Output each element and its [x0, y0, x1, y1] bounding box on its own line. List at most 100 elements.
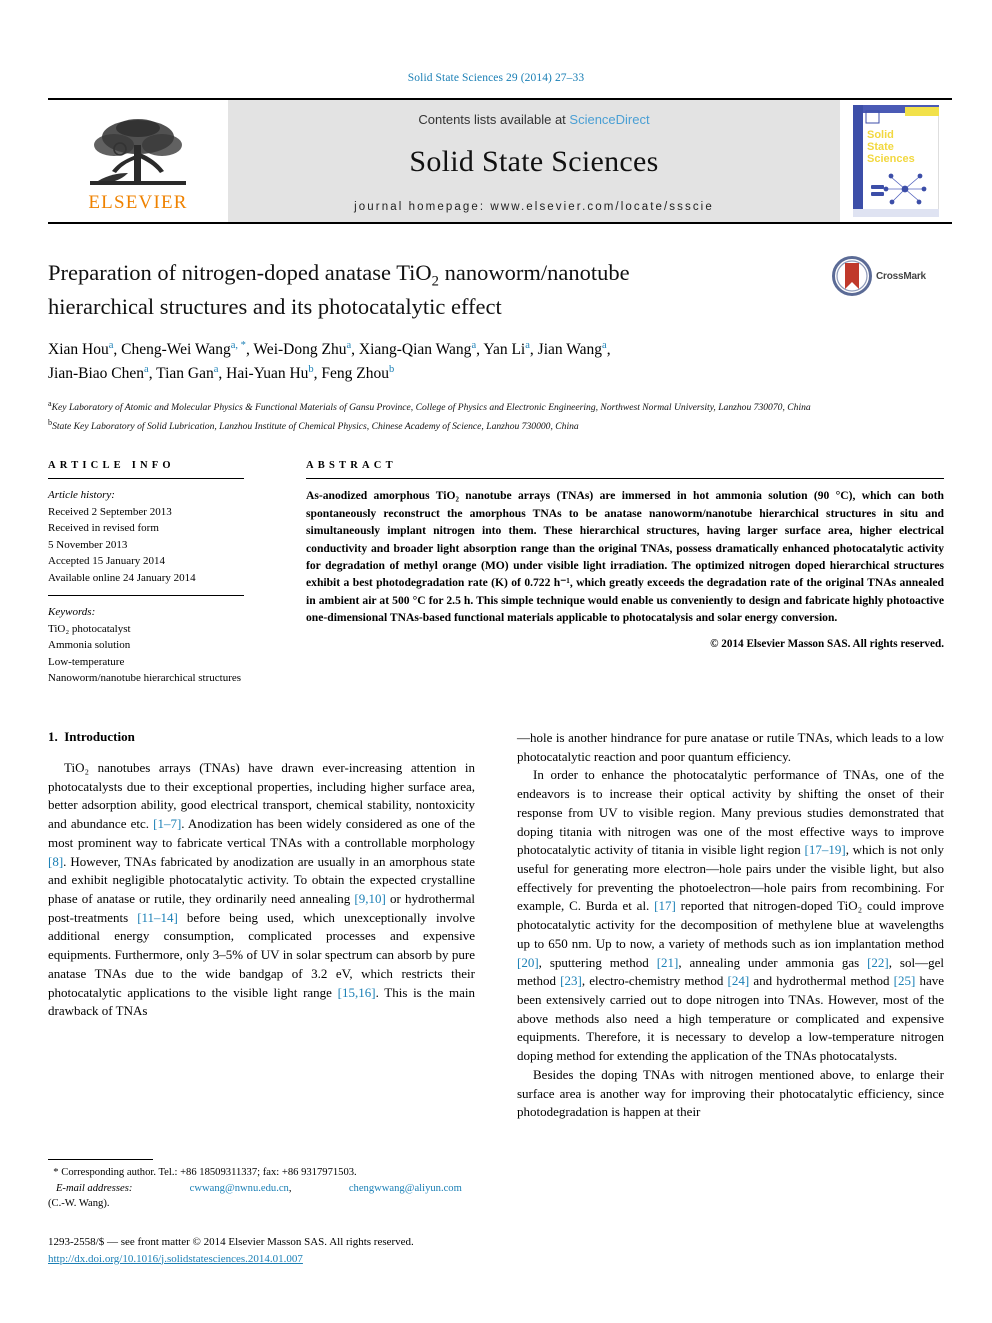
author-item: Jian-Biao Chena,	[48, 364, 156, 382]
contents-prefix: Contents lists available at	[418, 111, 570, 127]
author-item: Xian Houa,	[48, 340, 122, 359]
section-heading-introduction: 1. Introduction	[48, 729, 475, 745]
affiliation-text: Key Laboratory of Atomic and Molecular P…	[51, 402, 811, 414]
masthead-center: Contents lists available at ScienceDirec…	[228, 100, 840, 222]
section-number: 1.	[48, 728, 58, 744]
journal-cover-thumbnail: Solid State Sciences	[853, 105, 939, 217]
history-item: 5 November 2013	[48, 538, 128, 551]
section-title-text: Introduction	[64, 728, 135, 744]
title-part-2: nanoworm/nanotube	[438, 260, 630, 285]
body-columns: 1. Introduction TiO₂ nanotubes arrays (T…	[48, 729, 944, 1122]
doi-link[interactable]: http://dx.doi.org/10.1016/j.solidstatesc…	[48, 1251, 468, 1268]
svg-text:Sciences: Sciences	[867, 153, 915, 165]
title-part-1: Preparation of nitrogen-doped anatase Ti…	[48, 260, 432, 285]
article-info-heading: ARTICLE INFO	[48, 460, 175, 472]
paper-page: Solid State Sciences 29 (2014) 27–33 ELS…	[0, 0, 992, 1323]
author-item: Feng Zhoub	[321, 363, 395, 382]
running-head: Solid State Sciences 29 (2014) 27–33	[407, 72, 585, 84]
email-separator: ,	[288, 1182, 292, 1194]
history-item: Received 2 September 2013	[48, 505, 172, 518]
title-area: Preparation of nitrogen-doped anatase Ti…	[48, 256, 944, 322]
footnote-divider	[48, 1158, 153, 1160]
abstract-heading: ABSTRACT	[306, 460, 397, 472]
keyword-item: Ammonia solution	[48, 639, 131, 652]
history-item: Available online 24 January 2014	[48, 571, 196, 584]
email-owner: (C.-W. Wang).	[48, 1198, 110, 1210]
article-history-list: Received 2 September 2013 Received in re…	[48, 504, 244, 587]
author-affil-marker: b	[389, 363, 395, 375]
elsevier-logo: ELSEVIER	[48, 100, 228, 222]
page-footer: * Corresponding author. Tel.: +86 185093…	[48, 1158, 468, 1267]
author-item: Hai-Yuan Hub,	[226, 364, 321, 382]
author-item: Jian Wanga,	[537, 340, 611, 359]
author-line-2: Jian-Biao Chena, Tian Gana, Hai-Yuan Hub…	[48, 363, 395, 382]
affiliation-item: aKey Laboratory of Atomic and Molecular …	[48, 397, 878, 416]
author-item: Xiang-Qian Wanga,	[358, 340, 483, 359]
affiliation-list: aKey Laboratory of Atomic and Molecular …	[48, 397, 878, 434]
svg-text:Solid: Solid	[867, 129, 894, 141]
divider	[48, 595, 244, 597]
affiliation-text: State Key Laboratory of Solid Lubricatio…	[52, 420, 579, 432]
abstract-copyright: © 2014 Elsevier Masson SAS. All rights r…	[710, 637, 944, 650]
author-sep: ,	[606, 341, 611, 359]
svg-text:State: State	[867, 141, 894, 153]
corresponding-star: *	[53, 1166, 59, 1178]
paragraph: —hole is another hindrance for pure anat…	[517, 729, 944, 764]
author-name: Hai-Yuan Hu	[226, 364, 309, 382]
divider	[306, 478, 944, 480]
affiliation-item: bState Key Laboratory of Solid Lubricati…	[48, 416, 878, 435]
author-item: Wei-Dong Zhua,	[253, 340, 359, 359]
author-sep: ,	[113, 341, 122, 359]
paragraph: In order to enhance the photocatalytic p…	[517, 767, 944, 1064]
journal-title: Solid State Sciences	[409, 144, 659, 178]
elsevier-tree-icon	[90, 118, 186, 185]
journal-homepage[interactable]: journal homepage: www.elsevier.com/locat…	[354, 201, 714, 213]
crossmark-icon	[832, 256, 872, 296]
author-item: Cheng-Wei Wanga, *,	[121, 340, 253, 359]
author-name: Wei-Dong Zhu	[253, 341, 347, 359]
article-info-column: ARTICLE INFO Article history: Received 2…	[48, 460, 244, 687]
body-column-right: —hole is another hindrance for pure anat…	[517, 729, 944, 1122]
keywords-list: TiO₂ photocatalyst Ammonia solution Low-…	[48, 621, 244, 687]
author-item: Yan Lia,	[483, 340, 538, 359]
author-name: Jian-Biao Chen	[48, 364, 144, 382]
keyword-item: TiO₂ photocatalyst	[48, 622, 131, 635]
author-name: Xian Hou	[48, 341, 109, 359]
author-name: Tian Gan	[156, 364, 214, 382]
keyword-item: Low-temperature	[48, 655, 125, 668]
history-item: Received in revised form	[48, 522, 159, 535]
history-item: Accepted 15 January 2014	[48, 555, 165, 568]
divider	[48, 478, 244, 480]
crossmark-label: CrossMark	[876, 270, 926, 282]
journal-masthead: ELSEVIER Contents lists available at Sci…	[48, 98, 952, 224]
email-label: E-mail addresses:	[55, 1182, 133, 1194]
author-name: Cheng-Wei Wang	[121, 341, 231, 359]
author-name: Yan Li	[483, 341, 526, 359]
abstract-text: As-anodized amorphous TiO₂ nanotube arra…	[306, 489, 944, 625]
email-link-primary[interactable]: cwwang@nwnu.edu.cn	[190, 1183, 289, 1194]
abstract-column: ABSTRACT As-anodized amorphous TiO₂ nano…	[244, 460, 944, 687]
author-item: Tian Gana,	[156, 364, 226, 382]
author-name: Jian Wang	[537, 341, 603, 359]
author-sep: ,	[351, 341, 359, 359]
elsevier-wordmark: ELSEVIER	[88, 191, 188, 213]
info-abstract-band: ARTICLE INFO Article history: Received 2…	[48, 460, 944, 687]
corresponding-author-text: Corresponding author. Tel.: +86 18509311…	[61, 1166, 357, 1178]
sciencedirect-link[interactable]: ScienceDirect	[569, 112, 649, 127]
article-history-label: Article history:	[48, 489, 115, 502]
crossmark-badge[interactable]: CrossMark	[832, 254, 944, 298]
author-sep: ,	[529, 341, 538, 359]
issn-block: 1293-2558/$ — see front matter © 2014 El…	[48, 1234, 468, 1267]
email-link-secondary[interactable]: chengwwang@aliyun.com	[349, 1183, 462, 1194]
author-name: Xiang-Qian Wang	[358, 341, 472, 359]
author-list: Xian Houa, Cheng-Wei Wanga, *, Wei-Dong …	[48, 338, 848, 385]
title-line-2: hierarchical structures and its photocat…	[48, 294, 502, 320]
journal-cover-container: Solid State Sciences	[840, 100, 952, 222]
title-subscript: 2	[431, 273, 439, 290]
paragraph: Besides the doping TNAs with nitrogen me…	[517, 1066, 944, 1120]
contents-available-line: Contents lists available at ScienceDirec…	[418, 112, 649, 127]
keyword-item: Nanoworm/nanotube hierarchical structure…	[48, 672, 242, 685]
author-affil-marker: a, *	[230, 340, 246, 352]
paragraph: TiO₂ nanotubes arrays (TNAs) have drawn …	[48, 759, 475, 1019]
corresponding-author-note: * Corresponding author. Tel.: +86 185093…	[48, 1165, 468, 1181]
